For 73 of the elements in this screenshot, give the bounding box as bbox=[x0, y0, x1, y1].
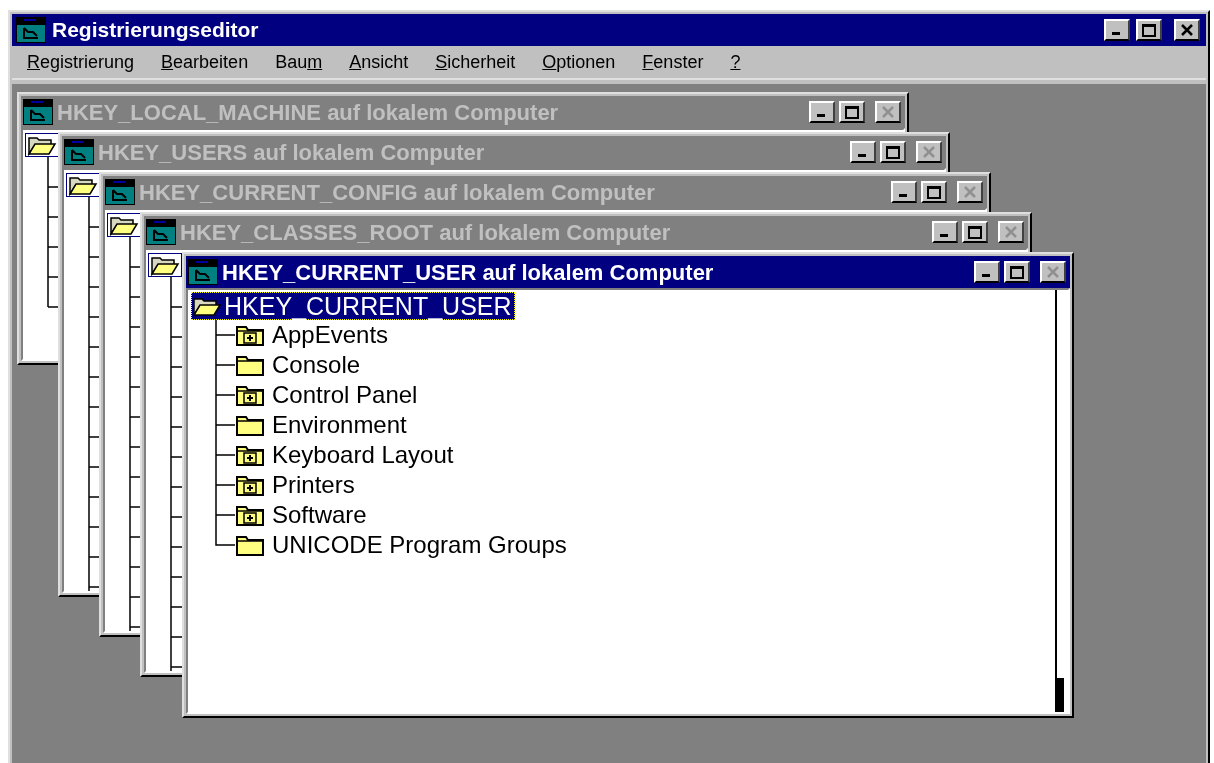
minimize-icon bbox=[817, 114, 825, 117]
tree-connector bbox=[215, 350, 235, 380]
tree-item[interactable]: Console bbox=[271, 353, 362, 377]
tree-item[interactable]: Software bbox=[271, 503, 368, 527]
tree-item[interactable]: UNICODE Program Groups bbox=[271, 533, 568, 557]
registry-icon bbox=[105, 179, 135, 205]
maximize-icon bbox=[1142, 23, 1156, 37]
maximize-icon bbox=[886, 145, 900, 159]
minimize-icon bbox=[1112, 32, 1120, 35]
maximize-button[interactable] bbox=[962, 221, 988, 243]
window-title: HKEY_CLASSES_ROOT auf lokalem Computer bbox=[180, 218, 672, 247]
registry-icon bbox=[23, 99, 53, 125]
close-icon bbox=[963, 186, 977, 198]
tree-connector bbox=[215, 380, 235, 410]
close-icon bbox=[1004, 226, 1018, 238]
maximize-button[interactable] bbox=[921, 181, 947, 203]
menu-item[interactable]: ? bbox=[730, 48, 741, 76]
open-folder-icon bbox=[192, 295, 222, 317]
menu-item[interactable]: Bearbeiten bbox=[161, 48, 249, 76]
maximize-button[interactable] bbox=[1136, 19, 1162, 41]
menu-item[interactable]: Sicherheit bbox=[435, 48, 516, 76]
tree-connector bbox=[215, 440, 235, 470]
window-title: HKEY_CURRENT_CONFIG auf lokalem Computer bbox=[139, 178, 656, 207]
window-title: HKEY_USERS auf lokalem Computer bbox=[98, 138, 486, 167]
maximize-icon bbox=[927, 185, 941, 199]
close-icon bbox=[881, 106, 895, 118]
menu-item[interactable]: Ansicht bbox=[349, 48, 409, 76]
minimize-button[interactable] bbox=[850, 141, 876, 163]
menu-item[interactable]: Baum bbox=[275, 48, 323, 76]
tree-connector bbox=[215, 320, 235, 350]
maximize-button[interactable] bbox=[880, 141, 906, 163]
close-button[interactable] bbox=[957, 181, 983, 203]
maximize-button[interactable] bbox=[1004, 261, 1030, 283]
registry-icon bbox=[16, 17, 46, 43]
minimize-button[interactable] bbox=[974, 261, 1000, 283]
minimize-button[interactable] bbox=[1104, 19, 1130, 41]
menu-item[interactable]: Fenster bbox=[642, 48, 704, 76]
minimize-button[interactable] bbox=[932, 221, 958, 243]
tree-item[interactable]: Keyboard Layout bbox=[271, 443, 455, 467]
tree-item[interactable]: AppEvents bbox=[271, 323, 390, 347]
tree-item[interactable]: Control Panel bbox=[271, 383, 419, 407]
tree-item[interactable]: HKEY_CURRENT_USER bbox=[191, 292, 515, 320]
registry-icon bbox=[146, 219, 176, 245]
close-icon bbox=[922, 146, 936, 158]
maximize-button[interactable] bbox=[839, 101, 865, 123]
maximize-icon bbox=[1010, 265, 1024, 279]
minimize-button[interactable] bbox=[891, 181, 917, 203]
tree-item[interactable]: Printers bbox=[271, 473, 356, 497]
window-title: HKEY_CURRENT_USER auf lokalem Computer bbox=[222, 258, 715, 287]
close-button[interactable] bbox=[875, 101, 901, 123]
window-title: HKEY_LOCAL_MACHINE auf lokalem Computer bbox=[57, 98, 560, 127]
minimize-icon bbox=[858, 154, 866, 157]
tree-item[interactable]: Environment bbox=[271, 413, 408, 437]
menu-item[interactable]: Registrierung bbox=[27, 48, 135, 76]
menu-item[interactable]: Optionen bbox=[542, 48, 616, 76]
tree-connector bbox=[215, 410, 235, 440]
minimize-icon bbox=[899, 194, 907, 197]
minimize-button[interactable] bbox=[809, 101, 835, 123]
minimize-icon bbox=[982, 274, 990, 277]
registry-icon bbox=[64, 139, 94, 165]
close-icon bbox=[1046, 266, 1060, 278]
minimize-icon bbox=[940, 234, 948, 237]
close-button[interactable] bbox=[1174, 19, 1200, 41]
maximize-icon bbox=[968, 225, 982, 239]
close-button[interactable] bbox=[916, 141, 942, 163]
maximize-icon bbox=[845, 105, 859, 119]
close-button[interactable] bbox=[998, 221, 1024, 243]
registry-icon bbox=[188, 259, 218, 285]
close-button[interactable] bbox=[1040, 261, 1066, 283]
scrollbar[interactable] bbox=[1055, 290, 1064, 712]
window-title: Registrierungseditor bbox=[52, 17, 260, 44]
tree-connector bbox=[215, 470, 235, 500]
close-icon bbox=[1180, 24, 1194, 36]
